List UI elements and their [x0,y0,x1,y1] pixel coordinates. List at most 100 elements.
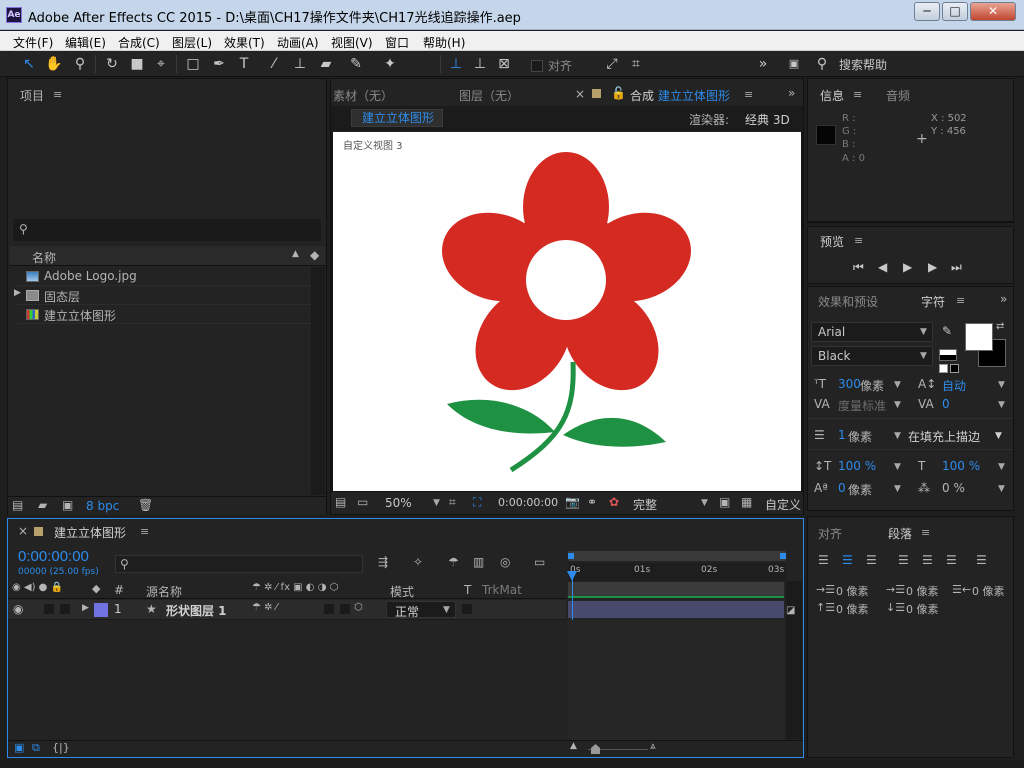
menu-effect[interactable]: 效果(T) [224,34,265,51]
more-tools-icon[interactable]: » [754,55,772,73]
puppet-pin-tool-icon[interactable]: ✦ [381,55,399,73]
space-before-value[interactable]: 0 像素 [836,601,869,617]
menu-layer[interactable]: 图层(L) [172,34,212,51]
toggle-modes-icon[interactable]: ⧉ [32,741,40,755]
chevron-down-icon[interactable]: ▼ [998,400,1005,410]
menu-composition[interactable]: 合成(C) [118,34,160,51]
panel-menu-icon[interactable]: ≡ [140,525,149,538]
graph-editor-icon[interactable]: ▭ [534,555,545,569]
project-scrollbar[interactable] [311,267,325,495]
layer-row[interactable]: ◉ ▶ 1 ★ 形状图层 1 ☂ ✲ ⁄ ⬡ 正常 ▼ [8,600,566,620]
3d-layer-icon[interactable]: ⬡ [354,602,363,613]
more-tabs-icon[interactable]: » [1000,292,1007,306]
align-left-icon[interactable]: ☰ [818,553,829,567]
clone-stamp-tool-icon[interactable]: ⊥ [291,55,309,73]
roto-brush-tool-icon[interactable]: ✎ [347,55,365,73]
motion-blur-icon[interactable]: ◎ [500,555,510,569]
switch-toggle[interactable] [324,604,334,614]
layer-label-color[interactable] [94,603,108,617]
layer-name[interactable]: 形状图层 1 [166,602,227,619]
vertical-scale-value[interactable]: 100 % [838,459,876,473]
project-search-field[interactable]: ⚲ [13,219,321,241]
type-tool-icon[interactable]: T [235,55,253,73]
chevron-down-icon[interactable]: ▼ [894,462,901,472]
chevron-down-icon[interactable]: ▼ [998,484,1005,494]
draft-3d-icon[interactable]: ✧ [413,555,423,569]
region-of-interest-icon[interactable]: ⛶ [473,495,481,510]
comp-flowchart-button[interactable]: 建立立体图形 [351,109,443,127]
lock-icon[interactable]: 🔓 [611,86,626,100]
justify-center-icon[interactable]: ☰ [922,553,933,567]
space-after-value[interactable]: 0 像素 [906,601,939,617]
align-right-icon[interactable]: ☰ [866,553,877,567]
composition-mini-flowchart-icon[interactable]: ⇶ [378,555,388,569]
selection-tool-icon[interactable]: ↖ [20,55,38,73]
stroke-width-value[interactable]: 1 [838,428,846,442]
world-axis-icon[interactable]: ⊥ [471,55,489,73]
shy-layers-icon[interactable]: ☂ [448,555,459,569]
tab-effects-presets[interactable]: 效果和预设 [818,293,878,310]
eyedropper-icon[interactable]: ✎ [942,324,952,338]
tab-comp-name[interactable]: 建立立体图形 [658,87,730,104]
justify-all-icon[interactable]: ☰ [976,553,987,567]
camera-tool-icon[interactable]: ■ [128,55,146,73]
column-mode[interactable]: 模式 [390,583,414,600]
chevron-down-icon[interactable]: ▼ [894,484,901,494]
solo-toggle[interactable] [60,604,70,614]
snap-option-icon[interactable]: ⤢ [603,55,621,73]
list-item[interactable]: ▶ 固态层 [14,286,323,305]
maximize-button[interactable]: □ [942,2,968,21]
expand-arrow-icon[interactable]: ▶ [14,288,21,298]
menu-window[interactable]: 窗口 [385,34,409,51]
baseline-shift-value[interactable]: 0 [838,481,846,495]
frame-blending-icon[interactable]: ▥ [473,555,484,569]
chevron-down-icon[interactable]: ▼ [894,400,901,410]
preview-title[interactable]: 预览 [820,233,844,250]
workspace-icon[interactable]: ▣ [783,55,805,73]
stroke-mode-dropdown[interactable]: 在填充上描边 [908,428,980,445]
default-colors-icon[interactable] [939,349,957,361]
font-style-dropdown[interactable]: Black ▼ [811,346,933,366]
tab-align[interactable]: 对齐 [818,525,842,542]
justify-right-icon[interactable]: ☰ [946,553,957,567]
layer-duration-bar[interactable] [568,601,784,618]
current-time-display[interactable]: 0:00:00:00 [18,548,89,565]
search-help-input[interactable]: 搜索帮助 [839,56,887,73]
layer-mode-dropdown[interactable]: 正常 ▼ [386,601,456,619]
no-fill-icon[interactable] [939,364,948,373]
chevron-down-icon[interactable]: ▼ [894,431,901,441]
menu-edit[interactable]: 编辑(E) [65,34,106,51]
tracking-value[interactable]: 0 [942,397,950,411]
expand-arrow-icon[interactable]: ▶ [82,603,89,613]
zoom-out-icon[interactable]: ▲ [570,741,577,751]
next-frame-icon[interactable]: ▶ [928,260,937,274]
toggle-switches-icon[interactable]: ▣ [14,741,24,754]
bpc-button[interactable]: 8 bpc [86,499,119,513]
more-tabs-icon[interactable]: » [788,86,795,100]
chevron-down-icon[interactable]: ▼ [998,462,1005,472]
indent-right-value[interactable]: 0 像素 [972,583,1005,599]
new-composition-icon[interactable]: ▣ [62,498,73,512]
time-navigator[interactable] [568,551,786,561]
visibility-eye-icon[interactable]: ◉ [13,602,23,616]
resolution-dropdown[interactable]: 完整 [633,496,657,513]
indent-first-value[interactable]: 0 像素 [906,583,939,599]
grid-icon[interactable]: ▦ [741,495,752,509]
leading-value[interactable]: 自动 [942,377,966,394]
navigator-end-handle[interactable] [780,553,786,559]
rotation-tool-icon[interactable]: ↻ [103,55,121,73]
no-stroke-icon[interactable] [950,364,959,373]
new-folder-icon[interactable]: ▰ [38,498,47,512]
layer-switches[interactable]: ☂ ✲ ⁄ [252,602,277,613]
snap-grid-icon[interactable]: ⌗ [627,55,645,73]
panel-menu-icon[interactable]: ≡ [853,88,862,101]
eraser-tool-icon[interactable]: ▰ [317,55,335,73]
minimize-button[interactable]: ─ [914,2,940,21]
timeline-comp-tab[interactable]: 建立立体图形 [54,524,126,541]
menu-file[interactable]: 文件(F) [13,34,53,51]
renderer-value[interactable]: 经典 3D [745,111,790,128]
close-button[interactable]: ✕ [970,2,1016,21]
trash-icon[interactable]: 🗑 [138,498,153,512]
list-item[interactable]: 建立立体图形 [18,305,323,324]
viewer-timecode[interactable]: 0:00:00:00 [498,496,558,509]
